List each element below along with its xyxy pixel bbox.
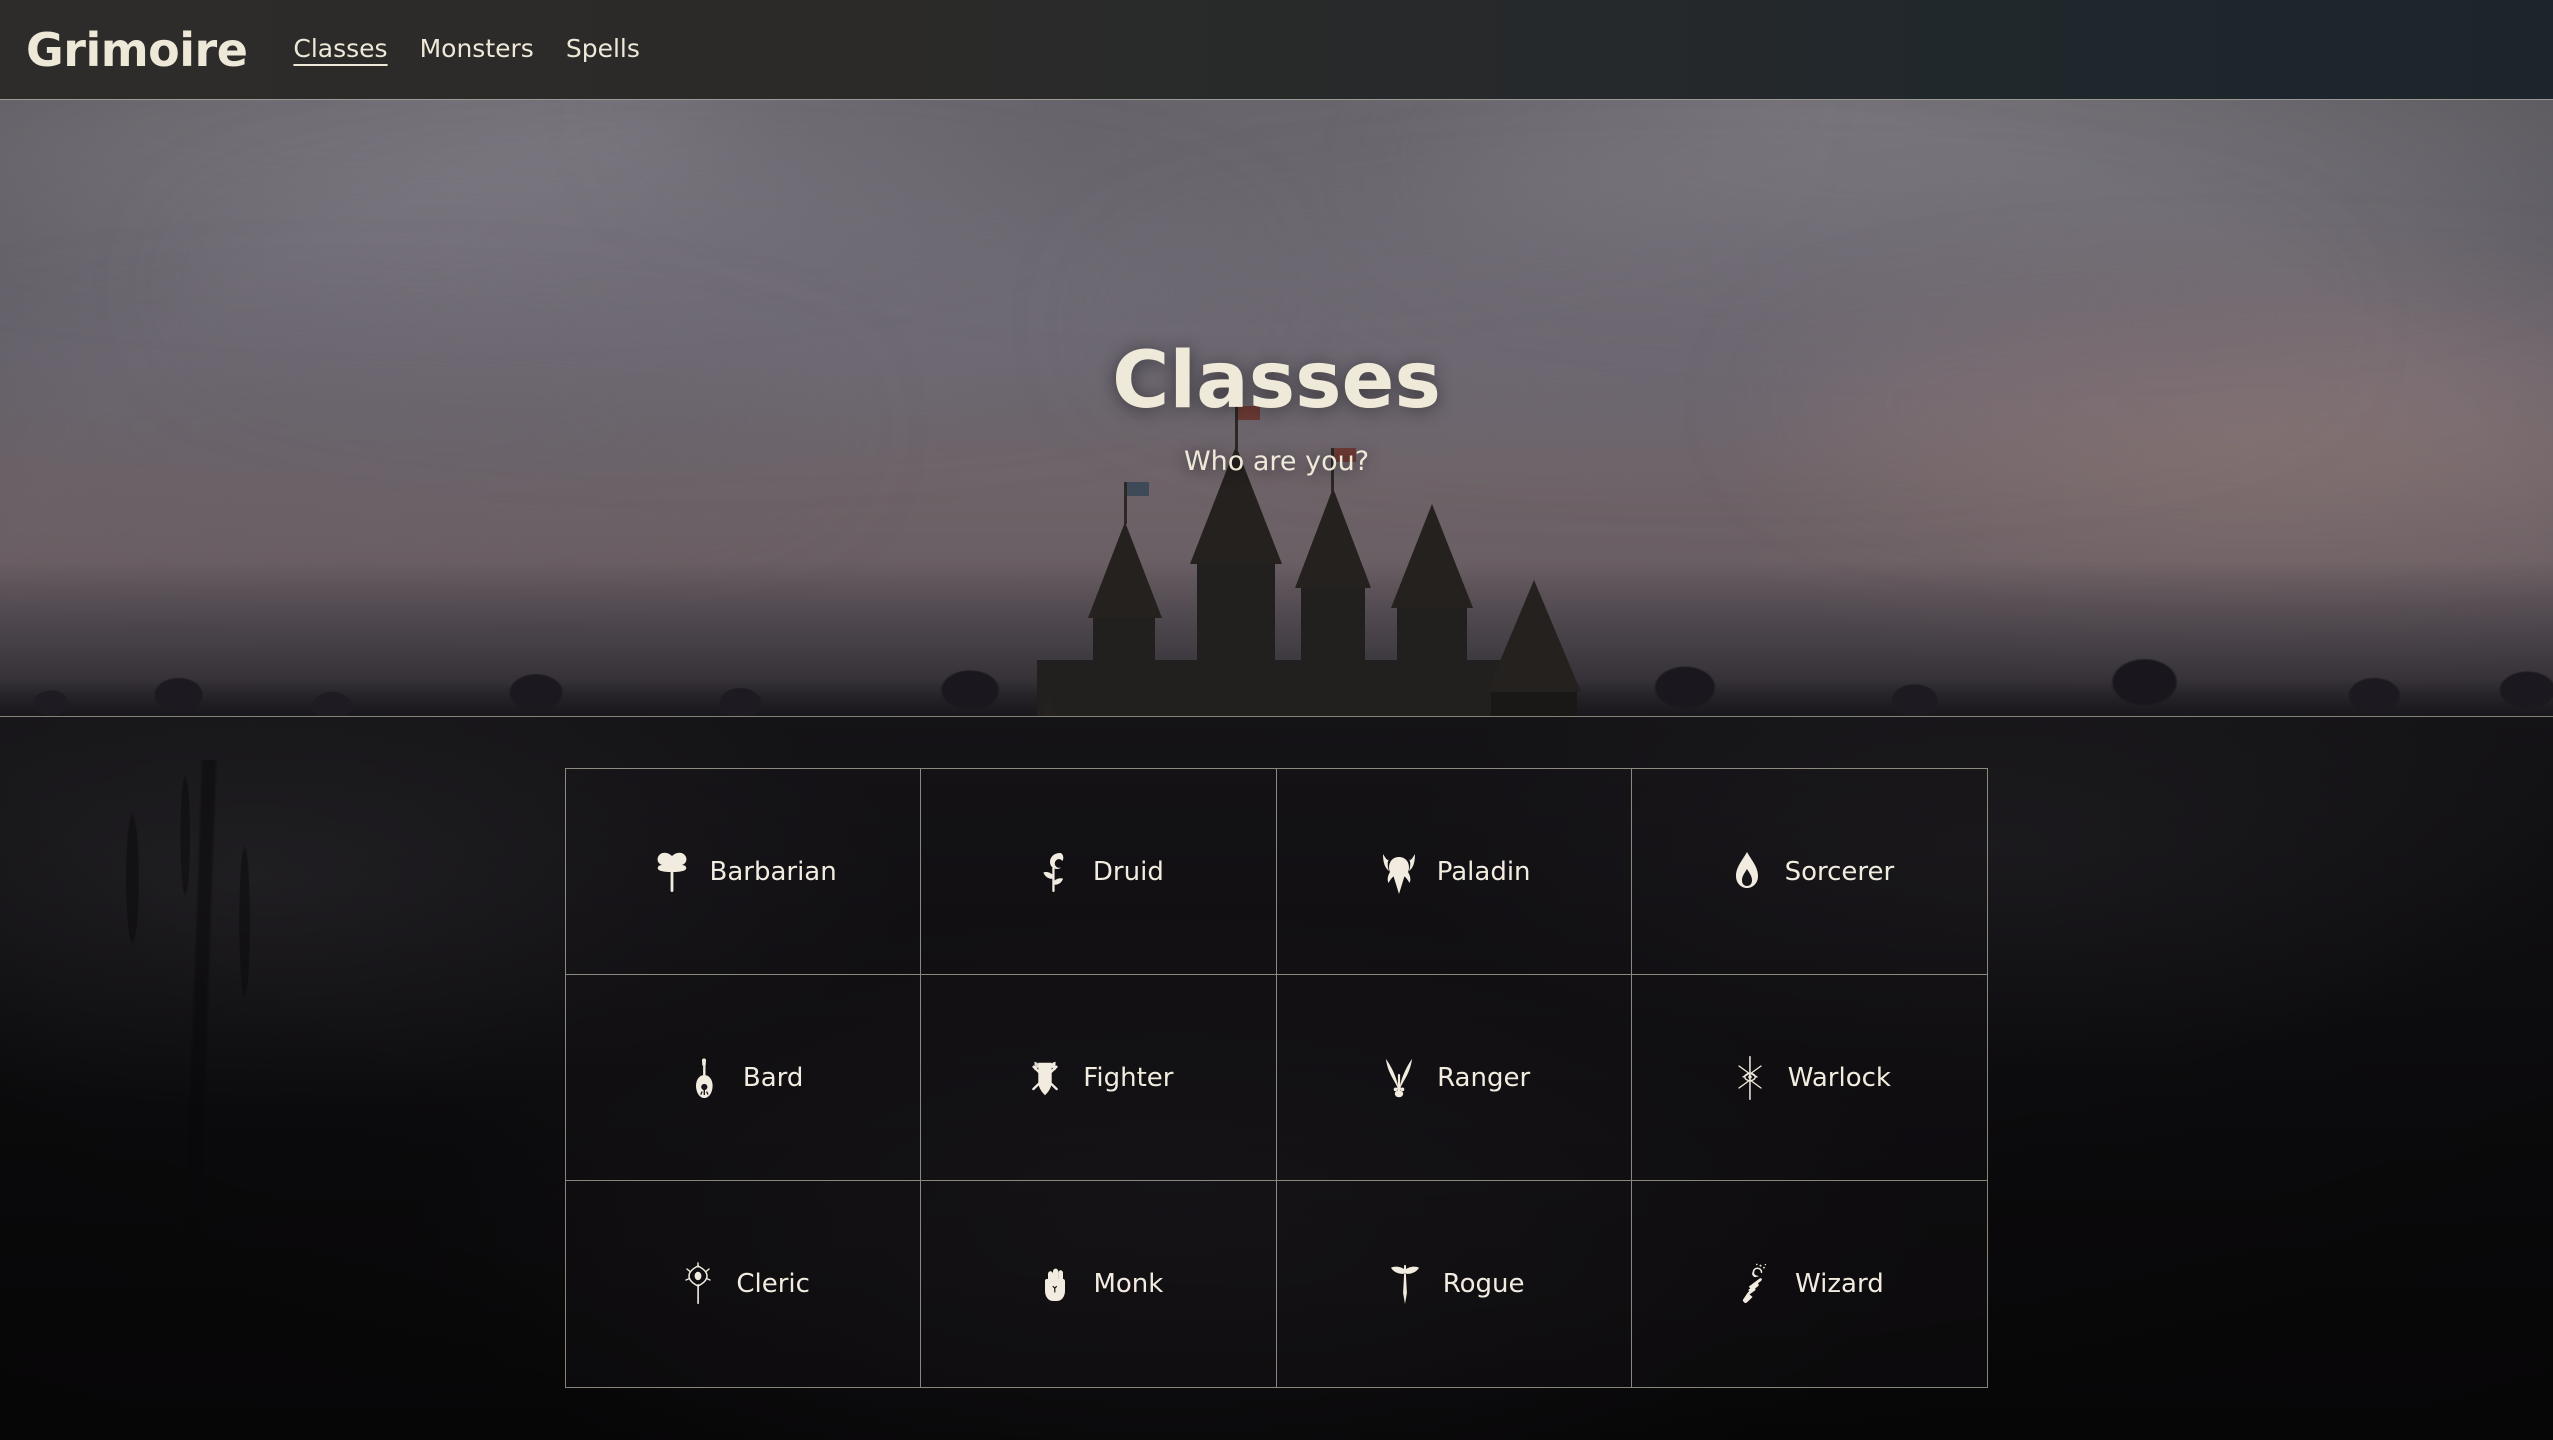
class-cell-cleric[interactable]: Cleric — [566, 1181, 922, 1387]
flame-icon — [1725, 850, 1769, 894]
class-cell-paladin[interactable]: Paladin — [1276, 769, 1632, 975]
main-nav: Classes Monsters Spells — [293, 34, 639, 66]
class-label: Cleric — [736, 1269, 810, 1299]
hero-divider-rule — [0, 716, 2553, 717]
page-title: Classes — [1112, 336, 1441, 426]
class-grid: Barbarian Druid Paladin Sorcerer Bard Fi… — [565, 768, 1988, 1388]
class-cell-warlock[interactable]: Warlock — [1631, 975, 1987, 1181]
nav-item-spells[interactable]: Spells — [566, 34, 640, 66]
radiant-mace-icon — [676, 1262, 720, 1306]
hero-section: Classes Who are you? — [0, 100, 2553, 716]
shield-crossed-weapons-icon — [1023, 1056, 1067, 1100]
horned-helm-icon — [1377, 850, 1421, 894]
class-label: Wizard — [1795, 1269, 1884, 1299]
class-cell-bard[interactable]: Bard — [566, 975, 922, 1181]
class-label: Ranger — [1437, 1062, 1531, 1093]
page-subtitle: Who are you? — [1183, 446, 1370, 477]
class-cell-wizard[interactable]: Wizard — [1631, 1181, 1987, 1387]
sprout-icon — [1033, 850, 1077, 894]
class-cell-monk[interactable]: Monk — [921, 1181, 1277, 1387]
battle-axe-icon — [650, 850, 694, 894]
class-cell-fighter[interactable]: Fighter — [921, 975, 1277, 1181]
class-label: Druid — [1092, 856, 1164, 887]
class-label: Paladin — [1436, 856, 1531, 887]
class-cell-barbarian[interactable]: Barbarian — [566, 769, 922, 975]
nav-item-monsters[interactable]: Monsters — [420, 34, 534, 66]
radiant-eye-icon — [1728, 1055, 1772, 1100]
winged-dagger-icon — [1383, 1262, 1427, 1306]
class-cell-rogue[interactable]: Rogue — [1276, 1181, 1632, 1387]
class-cell-ranger[interactable]: Ranger — [1276, 975, 1632, 1181]
crossed-arrows-paw-icon — [1377, 1056, 1421, 1100]
casting-hand-icon — [1735, 1262, 1779, 1306]
class-label: Fighter — [1083, 1062, 1174, 1093]
class-grid-wrapper: Barbarian Druid Paladin Sorcerer Bard Fi… — [565, 768, 1988, 1388]
lute-icon — [683, 1056, 727, 1100]
class-label: Bard — [742, 1062, 804, 1093]
site-logo[interactable]: Grimoire — [26, 27, 248, 73]
class-label: Rogue — [1442, 1269, 1525, 1299]
class-cell-druid[interactable]: Druid — [921, 769, 1277, 975]
foreground-tree-silhouette — [40, 760, 370, 1300]
page-root: Grimoire Classes Monsters Spells Classes… — [0, 0, 2553, 1440]
class-label: Monk — [1093, 1269, 1164, 1299]
fist-icon — [1033, 1262, 1077, 1306]
site-header: Grimoire Classes Monsters Spells — [0, 0, 2553, 100]
nav-item-classes[interactable]: Classes — [293, 34, 387, 66]
class-label: Sorcerer — [1784, 856, 1895, 887]
class-label: Barbarian — [709, 856, 837, 887]
class-cell-sorcerer[interactable]: Sorcerer — [1631, 769, 1987, 975]
class-label: Warlock — [1787, 1062, 1891, 1093]
